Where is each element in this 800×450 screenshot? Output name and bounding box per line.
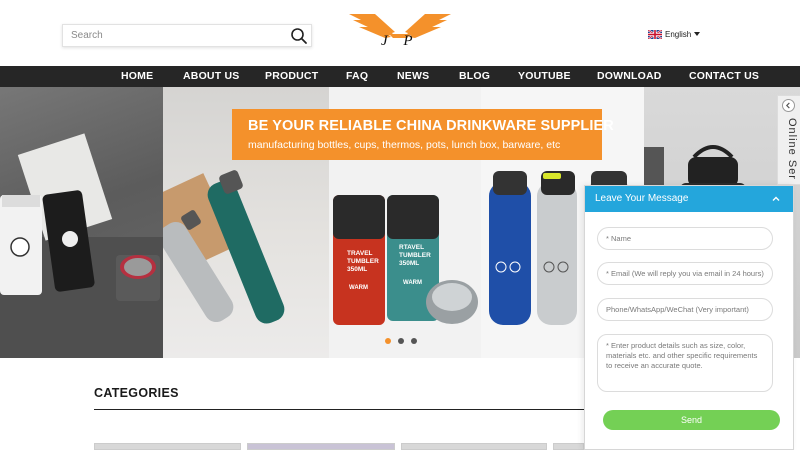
- svg-text:350ML: 350ML: [347, 266, 367, 273]
- online-service-label: Online Ser: [786, 118, 798, 180]
- language-label: English: [665, 29, 692, 39]
- chevron-down-icon: [694, 32, 701, 36]
- name-field[interactable]: [597, 227, 773, 250]
- search-icon[interactable]: [290, 27, 308, 45]
- product-details-field[interactable]: [597, 334, 773, 392]
- slider-dot-1[interactable]: [385, 338, 391, 344]
- site-header: J P English: [0, 0, 800, 66]
- uk-flag-icon: [648, 29, 662, 39]
- nav-contact-us[interactable]: CONTACT US: [689, 66, 759, 87]
- nav-about-us[interactable]: ABOUT US: [183, 66, 239, 87]
- phone-field[interactable]: [597, 298, 773, 321]
- main-nav: HOME ABOUT US PRODUCT FAQ NEWS BLOG YOUT…: [0, 66, 800, 87]
- categories-divider: [94, 409, 584, 410]
- banner-headline-box: BE YOUR RELIABLE CHINA DRINKWARE SUPPLIE…: [232, 109, 614, 160]
- nav-news[interactable]: NEWS: [397, 66, 429, 87]
- message-panel-title: Leave Your Message: [595, 193, 689, 204]
- send-button[interactable]: Send: [603, 410, 780, 430]
- category-card[interactable]: [401, 443, 547, 450]
- nav-download[interactable]: DOWNLOAD: [597, 66, 662, 87]
- svg-text:RTAVEL: RTAVEL: [399, 244, 424, 251]
- svg-text:TRAVEL: TRAVEL: [347, 250, 373, 257]
- nav-blog[interactable]: BLOG: [459, 66, 490, 87]
- coffee-cups-illustration: [0, 133, 163, 358]
- nav-product[interactable]: PRODUCT: [265, 66, 318, 87]
- leave-message-panel: Leave Your Message Send: [584, 185, 794, 450]
- banner-headline: BE YOUR RELIABLE CHINA DRINKWARE SUPPLIE…: [248, 118, 614, 134]
- logo-text: J P: [381, 33, 419, 49]
- nav-youtube[interactable]: YOUTUBE: [518, 66, 571, 87]
- svg-text:350ML: 350ML: [399, 260, 419, 267]
- page: J P English HOME ABOUT US PRODUCT FAQ NE…: [0, 0, 800, 450]
- email-field[interactable]: [597, 262, 773, 285]
- chevron-up-icon[interactable]: [771, 194, 781, 204]
- category-card[interactable]: [247, 443, 395, 450]
- chevron-left-icon[interactable]: [782, 99, 795, 112]
- search-input[interactable]: [63, 25, 288, 46]
- categories-heading: CATEGORIES: [94, 386, 179, 400]
- message-panel-header[interactable]: Leave Your Message: [585, 186, 793, 212]
- svg-text:TUMBLER: TUMBLER: [399, 252, 431, 259]
- search-box: [62, 24, 312, 47]
- banner-photo-coffee-cups: [0, 87, 163, 358]
- slider-dot-2[interactable]: [398, 338, 404, 344]
- category-card[interactable]: [94, 443, 241, 450]
- language-selector[interactable]: English: [648, 28, 701, 40]
- slider-dot-3[interactable]: [411, 338, 417, 344]
- svg-text:TUMBLER: TUMBLER: [347, 258, 379, 265]
- svg-text:WARM: WARM: [403, 280, 422, 286]
- nav-faq[interactable]: FAQ: [346, 66, 368, 87]
- svg-text:WARM: WARM: [349, 285, 368, 291]
- online-service-tab[interactable]: Online Ser: [777, 95, 800, 185]
- category-card[interactable]: [553, 443, 584, 450]
- banner-subline: manufacturing bottles, cups, thermos, po…: [248, 139, 561, 151]
- nav-home[interactable]: HOME: [121, 66, 153, 87]
